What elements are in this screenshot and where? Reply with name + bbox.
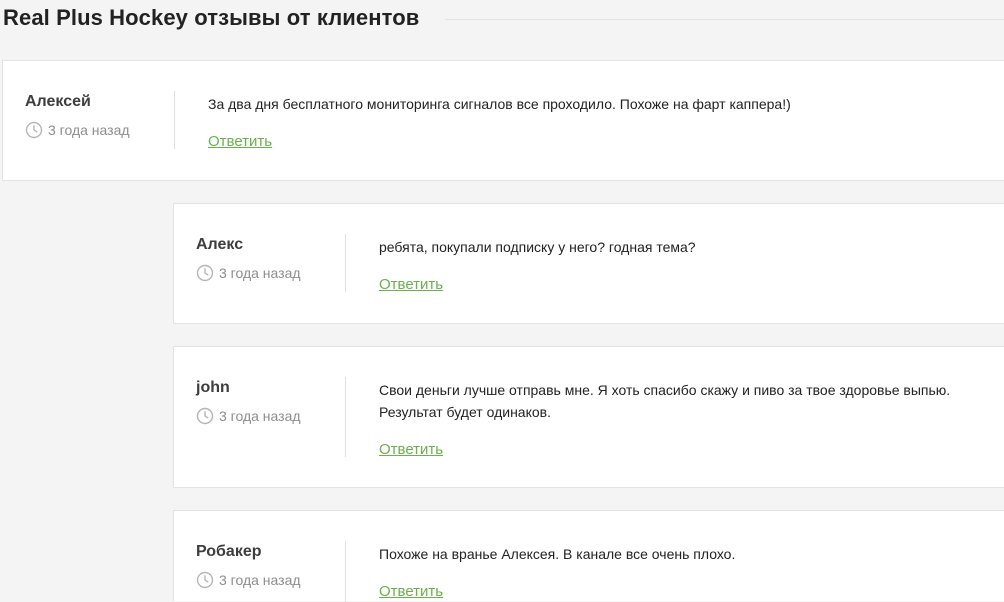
comment-text-line: Похоже на вранье Алексея. В канале все о… (379, 546, 736, 562)
comment-text-line: ребята, покупали подписку у него? годная… (379, 239, 696, 255)
comment-divider (174, 91, 175, 149)
comment-card: john 3 года назад Свои деньги лучше отпр… (173, 346, 1004, 488)
clock-icon (196, 571, 214, 589)
comment-date: 3 года назад (196, 407, 346, 425)
comment-date-text: 3 года назад (219, 408, 301, 424)
comment-meta: Алексей 3 года назад (25, 93, 175, 139)
comment-text-line: Результат будет одинаков. (379, 404, 551, 420)
comment-divider (345, 377, 346, 457)
comment-date-text: 3 года назад (219, 572, 301, 588)
comment-divider (345, 541, 346, 602)
comment-body: За два дня бесплатного мониторинга сигна… (208, 93, 1004, 151)
reply-link[interactable]: Ответить (379, 276, 443, 293)
comment-author: john (196, 379, 230, 396)
comment-body: Похоже на вранье Алексея. В канале все о… (379, 543, 1004, 601)
comment-card: Робакер 3 года назад Похоже на вранье Ал… (173, 510, 1004, 602)
comment-date: 3 года назад (25, 121, 175, 139)
section-header: Real Plus Hockey отзывы от клиентов (0, 0, 1004, 36)
comment-author: Алексей (25, 93, 91, 110)
comment-date-text: 3 года назад (48, 122, 130, 138)
comment-meta: john 3 года назад (196, 379, 346, 425)
comment-date: 3 года назад (196, 571, 346, 589)
comment-body: Свои деньги лучше отправь мне. Я хоть сп… (379, 379, 1004, 459)
comment-meta: Робакер 3 года назад (196, 543, 346, 589)
comment-text-line: Свои деньги лучше отправь мне. Я хоть сп… (379, 382, 951, 398)
reply-link[interactable]: Ответить (379, 441, 443, 458)
clock-icon (25, 121, 43, 139)
clock-icon (196, 407, 214, 425)
comment-date-text: 3 года назад (219, 265, 301, 281)
comment-body: ребята, покупали подписку у него? годная… (379, 236, 1004, 294)
comment-card: Алекс 3 года назад ребята, покупали подп… (173, 203, 1004, 324)
comment-text-line: За два дня бесплатного мониторинга сигна… (208, 96, 791, 112)
comment-author: Алекс (196, 236, 244, 253)
comment-divider (345, 234, 346, 292)
comment-meta: Алекс 3 года назад (196, 236, 346, 282)
page-title: Real Plus Hockey отзывы от клиентов (3, 5, 420, 30)
comment-author: Робакер (196, 543, 262, 560)
title-divider (445, 18, 1004, 20)
reply-link[interactable]: Ответить (208, 133, 272, 150)
reply-link[interactable]: Ответить (379, 583, 443, 600)
clock-icon (196, 264, 214, 282)
comment-date: 3 года назад (196, 264, 346, 282)
comment-card: Алексей 3 года назад За два дня бесплатн… (2, 60, 1004, 181)
